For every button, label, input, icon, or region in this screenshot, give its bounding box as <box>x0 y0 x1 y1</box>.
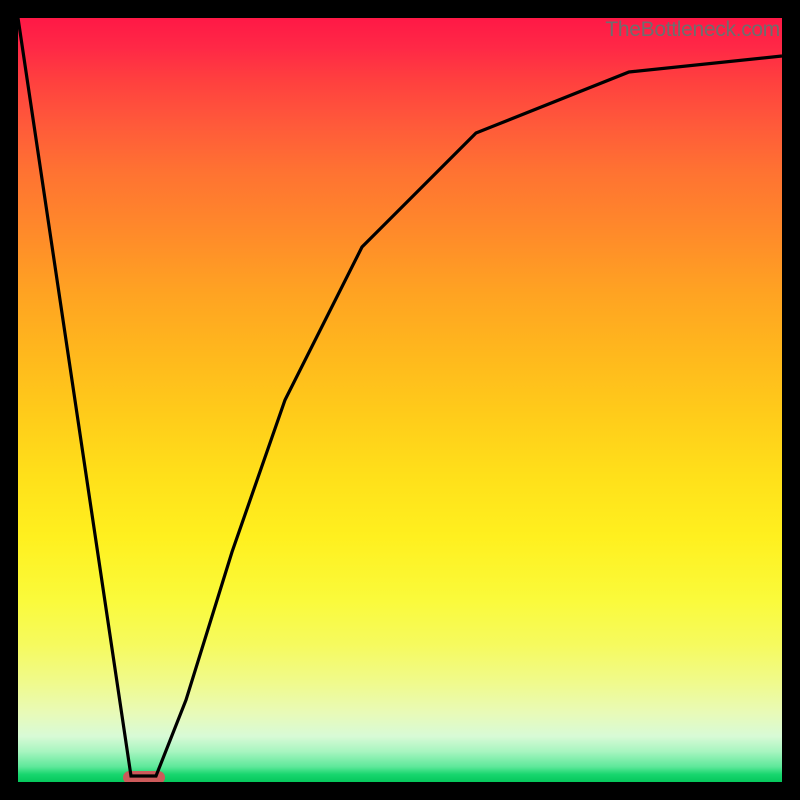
bottleneck-curve <box>18 18 782 782</box>
chart-container: TheBottleneck.com <box>0 0 800 800</box>
watermark-text: TheBottleneck.com <box>605 18 780 42</box>
plot-area <box>18 18 782 782</box>
